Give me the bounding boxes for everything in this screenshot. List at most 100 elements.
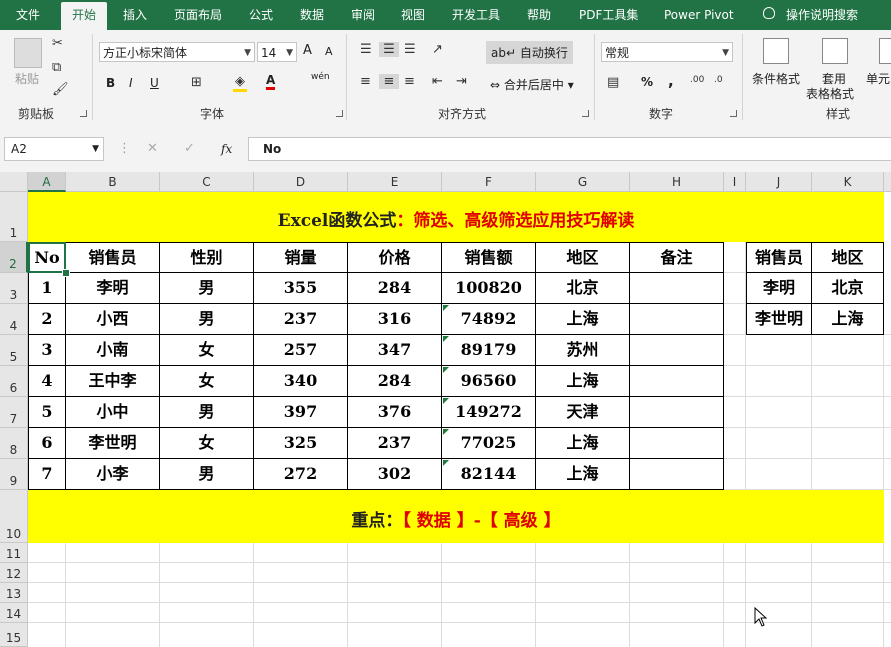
- italic-button[interactable]: I: [129, 76, 133, 90]
- comma-style-button[interactable]: ,: [668, 72, 674, 90]
- row-header-1[interactable]: 1: [0, 192, 28, 242]
- cancel-icon[interactable]: ✕: [147, 141, 158, 156]
- align-middle-icon[interactable]: ☰: [379, 42, 399, 57]
- table-cell[interactable]: 女: [160, 366, 254, 397]
- column-header-f[interactable]: F: [442, 172, 536, 192]
- table-cell[interactable]: 149272: [442, 397, 536, 428]
- grow-font-button[interactable]: A: [303, 43, 312, 58]
- bold-button[interactable]: B: [106, 76, 115, 90]
- tab-formulas[interactable]: 公式: [249, 0, 273, 30]
- row-header-14[interactable]: 14: [0, 603, 28, 623]
- table-cell[interactable]: 上海: [536, 304, 630, 335]
- table-cell[interactable]: 355: [254, 273, 348, 304]
- align-bottom-icon[interactable]: ☰: [404, 42, 416, 57]
- table-cell[interactable]: [630, 366, 724, 397]
- column-header-h[interactable]: H: [630, 172, 724, 192]
- table-cell[interactable]: 284: [348, 366, 442, 397]
- orientation-icon[interactable]: ↗: [432, 42, 443, 57]
- column-header-k[interactable]: K: [812, 172, 884, 192]
- formula-input[interactable]: No: [248, 137, 891, 161]
- table-cell[interactable]: 上海: [536, 366, 630, 397]
- phonetic-guide-button[interactable]: wén: [311, 72, 330, 82]
- tab-view[interactable]: 视图: [401, 0, 425, 30]
- table-cell[interactable]: 男: [160, 304, 254, 335]
- wrap-text-button[interactable]: ab↵ 自动换行: [486, 41, 573, 64]
- decrease-indent-icon[interactable]: ⇤: [432, 74, 443, 89]
- column-header-d[interactable]: D: [254, 172, 348, 192]
- table-cell[interactable]: 272: [254, 459, 348, 490]
- table-cell[interactable]: 96560: [442, 366, 536, 397]
- row-header-3[interactable]: 3: [0, 273, 28, 304]
- table-cell[interactable]: [630, 335, 724, 366]
- table-cell[interactable]: 397: [254, 397, 348, 428]
- copy-icon[interactable]: ⧉: [52, 60, 61, 75]
- select-all-corner[interactable]: [0, 172, 28, 192]
- alignment-launcher-icon[interactable]: [582, 110, 589, 117]
- column-header-i[interactable]: I: [724, 172, 746, 192]
- tab-developer[interactable]: 开发工具: [452, 0, 500, 30]
- criteria-cell[interactable]: 李明: [746, 273, 812, 304]
- column-header-c[interactable]: C: [160, 172, 254, 192]
- table-cell[interactable]: 340: [254, 366, 348, 397]
- table-cell[interactable]: [630, 459, 724, 490]
- tab-power-pivot[interactable]: Power Pivot: [664, 0, 734, 30]
- increase-indent-icon[interactable]: ⇥: [456, 74, 467, 89]
- underline-button[interactable]: U: [150, 76, 159, 90]
- table-cell[interactable]: 89179: [442, 335, 536, 366]
- paste-button-label[interactable]: 粘贴: [15, 70, 39, 87]
- column-header-j[interactable]: J: [746, 172, 812, 192]
- criteria-cell[interactable]: 上海: [812, 304, 884, 335]
- criteria-cell[interactable]: 李世明: [746, 304, 812, 335]
- cut-icon[interactable]: ✂: [52, 36, 63, 51]
- table-cell[interactable]: [630, 304, 724, 335]
- merge-center-button[interactable]: ⇔ 合并后居中 ▾: [490, 76, 574, 93]
- table-cell[interactable]: 天津: [536, 397, 630, 428]
- table-header-cell[interactable]: 性别: [160, 242, 254, 273]
- table-cell[interactable]: [630, 397, 724, 428]
- font-size-select[interactable]: 14 ▼: [257, 42, 297, 62]
- table-cell[interactable]: 苏州: [536, 335, 630, 366]
- table-cell[interactable]: 237: [254, 304, 348, 335]
- table-cell[interactable]: 284: [348, 273, 442, 304]
- table-header-cell[interactable]: 销售额: [442, 242, 536, 273]
- accounting-format-icon[interactable]: ▤: [607, 75, 619, 90]
- tab-insert[interactable]: 插入: [123, 0, 147, 30]
- table-cell[interactable]: 100820: [442, 273, 536, 304]
- table-cell[interactable]: 77025: [442, 428, 536, 459]
- number-launcher-icon[interactable]: [730, 110, 737, 117]
- align-center-icon[interactable]: ≡: [379, 74, 399, 89]
- tab-file[interactable]: 文件: [16, 0, 40, 30]
- table-cell[interactable]: 上海: [536, 459, 630, 490]
- table-cell[interactable]: 北京: [536, 273, 630, 304]
- column-header-b[interactable]: B: [66, 172, 160, 192]
- row-header-7[interactable]: 7: [0, 397, 28, 428]
- name-box[interactable]: A2 ▼: [4, 137, 104, 161]
- cell-styles-button[interactable]: 单元: [866, 70, 890, 87]
- fill-color-icon[interactable]: ◈: [233, 74, 247, 92]
- table-cell[interactable]: 5: [28, 397, 66, 428]
- table-cell[interactable]: [630, 428, 724, 459]
- borders-icon[interactable]: ⊞: [191, 75, 202, 90]
- table-cell[interactable]: [630, 273, 724, 304]
- decrease-decimal-icon[interactable]: .0: [714, 75, 723, 85]
- shrink-font-button[interactable]: A: [325, 45, 333, 58]
- row-header-11[interactable]: 11: [0, 543, 28, 563]
- criteria-header-cell[interactable]: 销售员: [746, 242, 812, 273]
- increase-decimal-icon[interactable]: .00: [690, 75, 704, 85]
- conditional-formatting-button[interactable]: 条件格式: [752, 70, 800, 87]
- number-format-select[interactable]: 常规 ▼: [601, 42, 733, 62]
- table-header-cell[interactable]: 备注: [630, 242, 724, 273]
- table-cell[interactable]: 2: [28, 304, 66, 335]
- insert-function-button[interactable]: fx: [221, 142, 232, 156]
- format-painter-icon[interactable]: 🖌: [52, 82, 69, 97]
- enter-icon[interactable]: ✓: [184, 141, 195, 156]
- more-options-icon[interactable]: ⋮: [118, 141, 131, 156]
- table-header-cell[interactable]: 销量: [254, 242, 348, 273]
- column-header-g[interactable]: G: [536, 172, 630, 192]
- row-header-12[interactable]: 12: [0, 563, 28, 583]
- table-cell[interactable]: 女: [160, 335, 254, 366]
- table-cell[interactable]: 74892: [442, 304, 536, 335]
- table-cell[interactable]: 小李: [66, 459, 160, 490]
- active-cell-selection[interactable]: [28, 242, 66, 273]
- row-header-5[interactable]: 5: [0, 335, 28, 366]
